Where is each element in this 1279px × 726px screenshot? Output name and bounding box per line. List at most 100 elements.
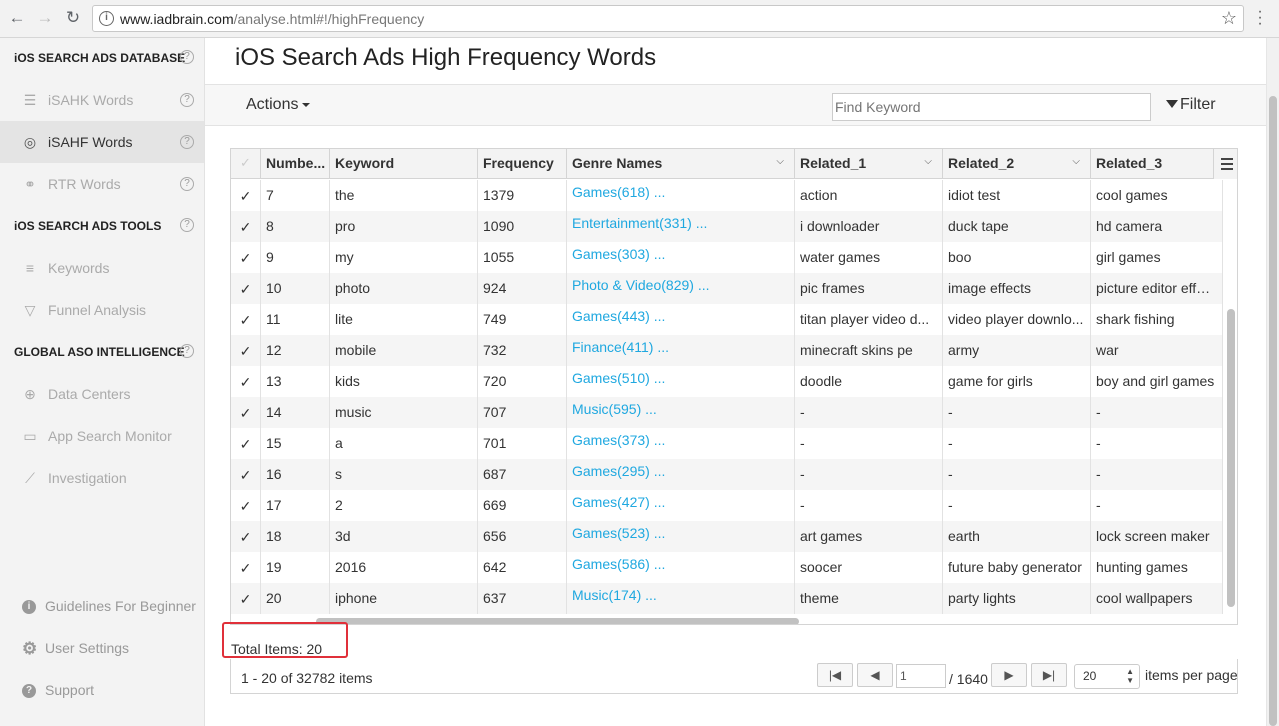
page-number-input[interactable] (896, 664, 946, 688)
actions-dropdown[interactable]: Actions (246, 96, 311, 114)
table-row[interactable]: ✓ 16 s 687 Games(295) ... - - - (231, 459, 1223, 490)
row-checkbox[interactable]: ✓ (231, 211, 261, 242)
prev-page-button[interactable]: ◀ (857, 663, 893, 687)
row-checkbox[interactable]: ✓ (231, 335, 261, 366)
cell-genre-names[interactable]: Games(303) ... (567, 242, 795, 273)
help-icon[interactable]: ? (180, 50, 194, 64)
back-icon[interactable]: ← (6, 7, 28, 29)
help-icon[interactable]: ? (180, 135, 194, 149)
info-icon[interactable]: i (99, 11, 114, 26)
row-checkbox[interactable]: ✓ (231, 521, 261, 552)
row-checkbox[interactable]: ✓ (231, 397, 261, 428)
sidebar-item-data-centers[interactable]: ⊕ Data Centers (0, 373, 204, 415)
cell-genre-names[interactable]: Finance(411) ... (567, 335, 795, 366)
sidebar-item-isahf-words[interactable]: ◎ iSAHF Words ? (0, 121, 204, 163)
cell-genre-names[interactable]: Games(373) ... (567, 428, 795, 459)
find-keyword-input[interactable] (832, 93, 1151, 121)
cell-genre-names[interactable]: Entertainment(331) ... (567, 211, 795, 242)
reload-icon[interactable]: ↻ (62, 7, 84, 29)
row-checkbox[interactable]: ✓ (231, 180, 261, 211)
cell-genre-names[interactable]: Music(174) ... (567, 583, 795, 614)
sidebar-item-support[interactable]: ? Support (0, 675, 204, 711)
chevron-down-icon[interactable]: ⌵ (1072, 156, 1080, 167)
cell-genre-names[interactable]: Games(510) ... (567, 366, 795, 397)
first-page-button[interactable]: |◀ (817, 663, 853, 687)
help-icon[interactable]: ? (180, 344, 194, 358)
table-row[interactable]: ✓ 17 2 669 Games(427) ... - - - (231, 490, 1223, 521)
column-header-number[interactable]: Numbe... (261, 149, 330, 179)
table-row[interactable]: ✓ 8 pro 1090 Entertainment(331) ... i downloa… (231, 211, 1223, 242)
help-icon[interactable]: ? (180, 93, 194, 107)
chevron-down-icon[interactable]: ⌵ (776, 156, 784, 167)
browser-menu-icon[interactable]: · · · (1254, 4, 1266, 32)
column-header-related-2[interactable]: Related_2 ⌵ (943, 149, 1091, 179)
sidebar-item-isahk-words[interactable]: ☰ iSAHK Words ? (0, 79, 204, 121)
cell-genre-names[interactable]: Games(523) ... (567, 521, 795, 552)
updown-icon: ▲ ▼ (1126, 667, 1134, 685)
page-scrollbar[interactable] (1266, 38, 1279, 726)
row-checkbox[interactable]: ✓ (231, 428, 261, 459)
cell-genre-names[interactable]: Games(586) ... (567, 552, 795, 583)
sidebar-item-app-search-monitor[interactable]: ▭ App Search Monitor (0, 415, 204, 457)
page-size-select[interactable]: 20 ▲ ▼ (1074, 664, 1140, 689)
sidebar-item-label: iSAHF Words (48, 134, 133, 150)
table-row[interactable]: ✓ 12 mobile 732 Finance(411) ... minecraft sk… (231, 335, 1223, 366)
cell-keyword: pro (330, 211, 478, 242)
sidebar-item-investigation[interactable]: ⟋ Investigation (0, 457, 204, 499)
table-row[interactable]: ✓ 13 kids 720 Games(510) ... doodle game for g… (231, 366, 1223, 397)
forward-icon[interactable]: → (34, 7, 56, 29)
cell-genre-names[interactable]: Games(618) ... (567, 180, 795, 211)
cell-genre-names[interactable]: Games(427) ... (567, 490, 795, 521)
url-text[interactable]: www.iadbrain.com/analyse.html#!/highFreq… (120, 11, 424, 27)
table-row[interactable]: ✓ 15 a 701 Games(373) ... - - - (231, 428, 1223, 459)
cell-number: 11 (261, 304, 330, 335)
page-scrollbar-thumb[interactable] (1269, 96, 1277, 726)
row-checkbox[interactable]: ✓ (231, 583, 261, 614)
table-row[interactable]: ✓ 18 3d 656 Games(523) ... art games earth lock… (231, 521, 1223, 552)
sidebar-item-rtr-words[interactable]: ⚭ RTR Words ? (0, 163, 204, 205)
row-checkbox[interactable]: ✓ (231, 366, 261, 397)
next-page-button[interactable]: ▶ (991, 663, 1027, 687)
column-header-frequency[interactable]: Frequency (478, 149, 567, 179)
info-icon: i (22, 600, 36, 614)
sidebar-item-keywords[interactable]: ≡ Keywords (0, 247, 204, 289)
row-checkbox[interactable]: ✓ (231, 273, 261, 304)
table-row[interactable]: ✓ 20 iphone 637 Music(174) ... theme party lig… (231, 583, 1223, 614)
table-row[interactable]: ✓ 19 2016 642 Games(586) ... soocer future bab… (231, 552, 1223, 583)
row-checkbox[interactable]: ✓ (231, 490, 261, 521)
column-header-related-3[interactable]: Related_3 (1091, 149, 1213, 179)
column-header-keyword[interactable]: Keyword (330, 149, 478, 179)
grid-vertical-scrollbar[interactable] (1227, 309, 1235, 607)
help-icon[interactable]: ? (180, 177, 194, 191)
help-icon[interactable]: ? (180, 218, 194, 232)
sidebar-item-guidelines[interactable]: i Guidelines For Beginner (0, 591, 204, 627)
row-checkbox[interactable]: ✓ (231, 242, 261, 273)
table-row[interactable]: ✓ 7 the 1379 Games(618) ... action idiot test c… (231, 180, 1223, 211)
column-header-genre-names[interactable]: Genre Names ⌵ (567, 149, 795, 179)
cell-genre-names[interactable]: Games(295) ... (567, 459, 795, 490)
select-all-checkbox[interactable]: ✓ (231, 149, 261, 179)
cell-related-1: water games (795, 242, 943, 273)
cell-genre-names[interactable]: Games(443) ... (567, 304, 795, 335)
row-checkbox[interactable]: ✓ (231, 304, 261, 335)
table-row[interactable]: ✓ 9 my 1055 Games(303) ... water games boo girl… (231, 242, 1223, 273)
filter-button[interactable]: Filter (1166, 96, 1216, 114)
row-checkbox[interactable]: ✓ (231, 459, 261, 490)
grid-menu-icon[interactable] (1213, 149, 1237, 179)
cell-related-2: army (943, 335, 1091, 366)
last-page-button[interactable]: ▶| (1031, 663, 1067, 687)
address-bar[interactable]: i www.iadbrain.com/analyse.html#!/highFr… (92, 5, 1244, 32)
sidebar-item-funnel-analysis[interactable]: ▽ Funnel Analysis (0, 289, 204, 331)
sidebar-item-label: User Settings (45, 640, 130, 656)
table-row[interactable]: ✓ 14 music 707 Music(595) ... - - - (231, 397, 1223, 428)
cell-genre-names[interactable]: Music(595) ... (567, 397, 795, 428)
table-row[interactable]: ✓ 11 lite 749 Games(443) ... titan player vid… (231, 304, 1223, 335)
sidebar-item-user-settings[interactable]: ⚙ User Settings (0, 633, 204, 669)
cell-genre-names[interactable]: Photo & Video(829) ... (567, 273, 795, 304)
table-row[interactable]: ✓ 10 photo 924 Photo & Video(829) ... pic fra… (231, 273, 1223, 304)
bookmark-star-icon[interactable]: ☆ (1221, 8, 1237, 29)
grid-horizontal-scrollbar[interactable] (316, 618, 799, 624)
column-header-related-1[interactable]: Related_1 ⌵ (795, 149, 943, 179)
chevron-down-icon[interactable]: ⌵ (924, 156, 932, 167)
row-checkbox[interactable]: ✓ (231, 552, 261, 583)
